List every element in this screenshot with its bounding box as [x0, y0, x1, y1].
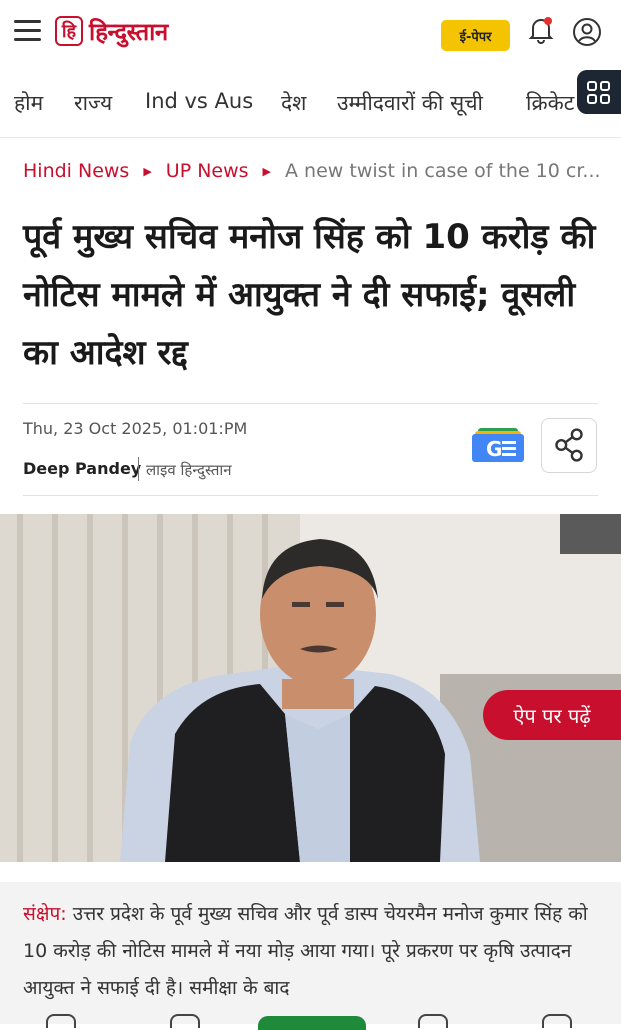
live-pill[interactable]: [258, 1016, 366, 1030]
chevron-right-icon: ▶: [262, 165, 272, 178]
summary-text: उत्तर प्रदेश के पूर्व मुख्य सचिव और पूर्…: [23, 903, 588, 999]
menu-icon[interactable]: [14, 20, 41, 42]
nav-item-cricket[interactable]: क्रिकेट: [526, 89, 574, 117]
category-nav: होम राज्य Ind vs Aus देश उम्मीदवारों की …: [0, 75, 621, 138]
article-summary: संक्षेप: उत्तर प्रदेश के पूर्व मुख्य सचि…: [0, 882, 621, 1024]
article-photo-image: [0, 514, 621, 862]
article-headline: पूर्व मुख्य सचिव मनोज सिंह को 10 करोड़ क…: [23, 217, 596, 373]
share-button[interactable]: [541, 418, 597, 473]
more-icon[interactable]: [542, 1014, 572, 1028]
user-icon[interactable]: [572, 17, 602, 47]
breadcrumb-current: A new twist in case of the 10 cr...: [285, 160, 601, 182]
top-header: हि हिन्दुस्तान ई-पेपर: [0, 0, 621, 64]
bell-icon[interactable]: [528, 16, 554, 44]
nav-item-states[interactable]: राज्य: [74, 89, 112, 117]
site-logo[interactable]: हि हिन्दुस्तान: [55, 13, 168, 49]
google-news-icon[interactable]: G: [472, 428, 524, 462]
logo-mark: हि: [55, 16, 83, 46]
bottom-nav: [0, 1010, 621, 1030]
video-icon[interactable]: [418, 1014, 448, 1028]
breadcrumb: Hindi News ▶ UP News ▶ A new twist in case o…: [23, 160, 603, 190]
divider: [23, 495, 598, 496]
nav-item-candidates[interactable]: उम्मीदवारों की सूची: [337, 89, 483, 117]
divider: [23, 403, 598, 404]
publish-date: Thu, 23 Oct 2025, 01:01:PM: [23, 419, 248, 438]
logo-text: हिन्दुस्तान: [89, 16, 168, 46]
nav-item-home[interactable]: होम: [14, 89, 43, 117]
epaper-button[interactable]: ई-पेपर: [441, 20, 510, 51]
article-photo: [0, 514, 621, 862]
nav-item-country[interactable]: देश: [281, 89, 306, 117]
read-in-app-button[interactable]: ऐप पर पढ़ें: [483, 690, 621, 740]
author-name[interactable]: Deep Pandey: [23, 459, 141, 478]
home-icon[interactable]: [46, 1014, 76, 1028]
chevron-right-icon: ▶: [143, 165, 152, 178]
nav-item-ind-vs-aus[interactable]: Ind vs Aus: [145, 89, 253, 113]
summary-label: संक्षेप:: [23, 903, 67, 925]
breadcrumb-up-news[interactable]: UP News: [166, 160, 249, 182]
share-icon: [555, 428, 583, 462]
summary-paragraph: संक्षेप: उत्तर प्रदेश के पूर्व मुख्य सचि…: [23, 896, 603, 1007]
divider: [138, 457, 139, 481]
grid-icon[interactable]: [577, 70, 621, 114]
breadcrumb-hindi-news[interactable]: Hindi News: [23, 160, 129, 182]
add-icon[interactable]: [170, 1014, 200, 1028]
svg-text:G: G: [486, 437, 502, 461]
source-name: लाइव हिन्दुस्तान: [146, 461, 232, 479]
